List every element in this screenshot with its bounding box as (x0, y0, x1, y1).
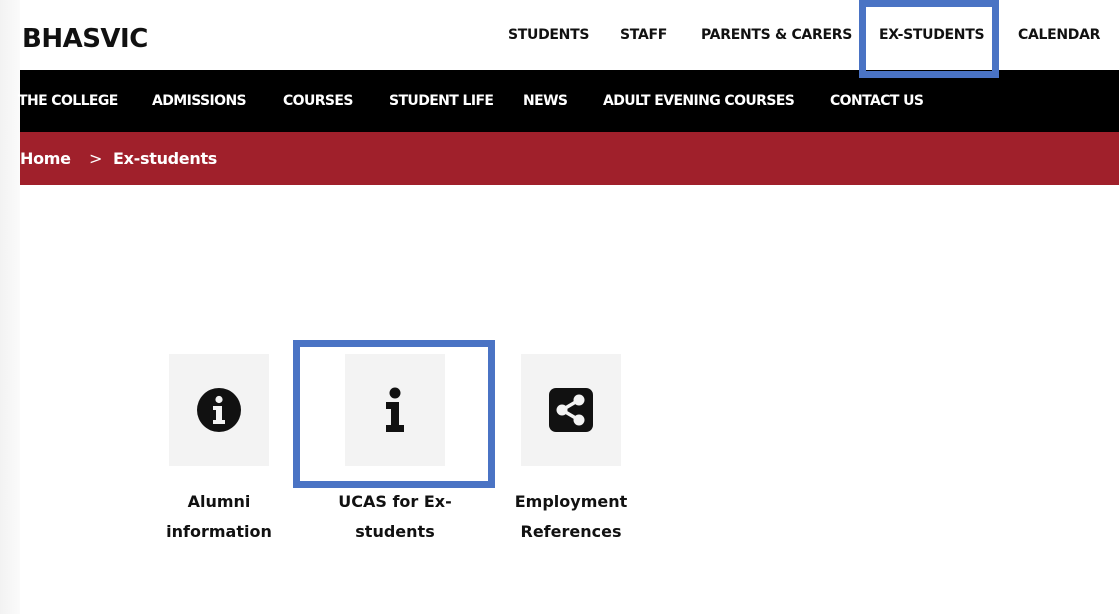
breadcrumb-current: Ex-students (113, 149, 218, 168)
site-header: BHASVIC STUDENTS STAFF PARENTS & CARERS … (20, 0, 1119, 70)
tile-label-alumni-line2: information (166, 522, 272, 541)
top-nav-calendar[interactable]: CALENDAR (1018, 27, 1100, 43)
main-nav-courses[interactable]: COURSES (283, 93, 353, 109)
tile-employment-references[interactable] (521, 354, 621, 466)
info-icon (386, 387, 404, 432)
main-nav-admissions[interactable]: ADMISSIONS (152, 93, 247, 109)
main-nav-news[interactable]: NEWS (523, 93, 568, 109)
tile-alumni-information[interactable] (169, 354, 269, 466)
breadcrumb-separator-icon: > (89, 149, 103, 168)
main-nav-the-college[interactable]: THE COLLEGE (18, 93, 118, 109)
site-logo[interactable]: BHASVIC (22, 24, 148, 54)
main-nav-contact-us[interactable]: CONTACT US (830, 93, 924, 109)
tile-label-alumni[interactable]: Alumni information (149, 487, 289, 547)
top-nav-students[interactable]: STUDENTS (508, 27, 589, 43)
info-circle-icon (197, 388, 241, 432)
main-nav: THE COLLEGE ADMISSIONS COURSES STUDENT L… (18, 70, 1119, 132)
tile-label-employment-line2: References (520, 522, 622, 541)
tile-ucas-for-ex-students[interactable] (345, 354, 445, 466)
tile-label-ucas-line1: UCAS for Ex- (338, 492, 452, 511)
tile-label-employment-line1: Employment (514, 492, 628, 511)
top-nav-staff[interactable]: STAFF (620, 27, 667, 43)
tile-label-employment[interactable]: Employment References (501, 487, 641, 547)
breadcrumb-home[interactable]: Home (20, 149, 71, 168)
main-nav-adult-evening-courses[interactable]: ADULT EVENING COURSES (603, 93, 795, 109)
tile-label-alumni-line1: Alumni (187, 492, 251, 511)
share-icon (549, 388, 593, 432)
top-nav-parents-carers[interactable]: PARENTS & CARERS (701, 27, 852, 43)
tile-label-ucas-line2: students (355, 522, 435, 541)
main-nav-student-life[interactable]: STUDENT LIFE (389, 93, 494, 109)
tile-label-ucas[interactable]: UCAS for Ex- students (325, 487, 465, 547)
top-nav-ex-students[interactable]: EX-STUDENTS (879, 27, 985, 43)
page-edge (0, 0, 20, 614)
breadcrumb: Home > Ex-students (20, 132, 1119, 185)
